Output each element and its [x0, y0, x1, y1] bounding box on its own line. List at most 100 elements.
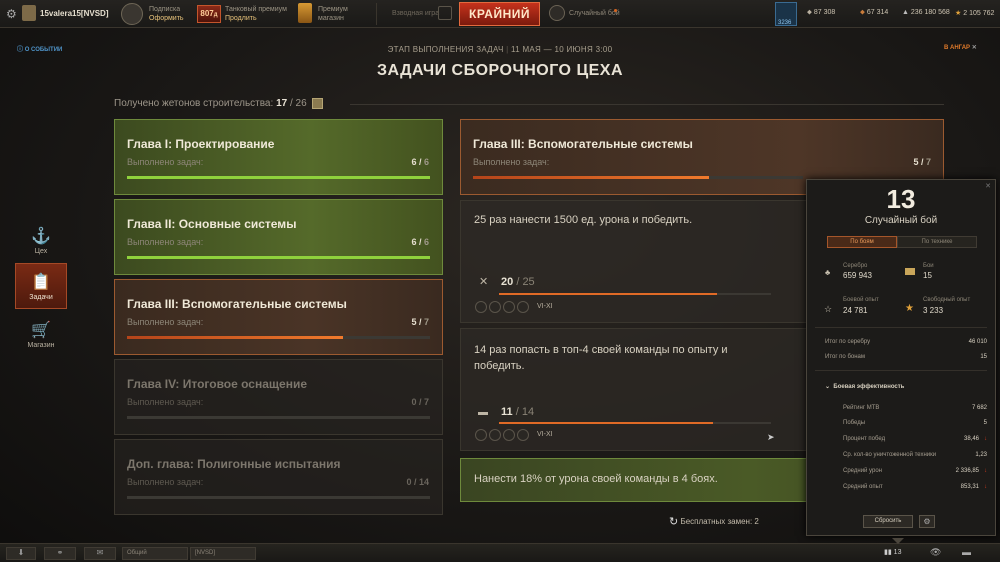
- quest-progress-bar: [499, 422, 771, 424]
- sidebar-shop-label: Магазин: [27, 342, 55, 349]
- total-bonds-row: Итог по бонам 15: [825, 354, 987, 360]
- subscription[interactable]: Подписка Оформить: [149, 5, 184, 23]
- tank-silhouette-icon: ▬: [478, 407, 488, 418]
- detail-progress-count: 5 / 7: [913, 157, 931, 167]
- battle-mode-icon[interactable]: [549, 5, 565, 21]
- sidebar-item-tasks[interactable]: 📋 Задачи: [15, 263, 67, 309]
- stats-row: Победы 5: [843, 420, 987, 426]
- mouse-cursor-icon: ➤: [767, 432, 775, 442]
- chapter-card-3[interactable]: Глава III: Вспомогательные системы Выпол…: [114, 279, 443, 355]
- tank-icon[interactable]: ▬: [962, 547, 971, 557]
- hangar-link[interactable]: В АНГАР ✕: [944, 44, 977, 51]
- chapter-progress-label: Выполнено задач:: [127, 477, 204, 487]
- xp-value: 24 781: [843, 306, 868, 315]
- chat-channel-general[interactable]: Общий: [122, 547, 188, 560]
- currency-1-value: 87 308: [813, 9, 836, 16]
- chapter-card-5[interactable]: Доп. глава: Полигонные испытания Выполне…: [114, 439, 443, 515]
- shopping-cart-icon: 🛒: [31, 322, 51, 339]
- chapter-title: Глава IV: Итоговое оснащение: [127, 377, 307, 391]
- chat-channel-clan[interactable]: [NVSD]: [190, 547, 256, 560]
- currency-2[interactable]: ⬥ 67 314: [860, 9, 888, 17]
- platoon-icon[interactable]: [438, 6, 452, 20]
- silver-value: 659 943: [843, 271, 872, 280]
- token-icon: [312, 98, 324, 109]
- session-stats-button[interactable]: ▮▮ 13: [884, 548, 901, 556]
- decrease-arrow-icon: ↓: [984, 436, 987, 442]
- crane-hook-icon: ⚓: [31, 228, 51, 245]
- currency-3[interactable]: ▲ 236 180 568: [902, 9, 950, 16]
- clan-currency-icon[interactable]: 3236: [775, 2, 797, 26]
- tank-premium-label: Танковый премиум: [225, 6, 287, 13]
- visibility-icon[interactable]: 👁: [930, 547, 941, 558]
- chapter-progress-bar: [127, 416, 430, 419]
- crossed-swords-icon: ✕: [479, 276, 489, 288]
- platoon-mode[interactable]: Взводная игра: [392, 10, 439, 17]
- chapter-progress-count: 6 / 6: [411, 237, 429, 247]
- stats-row: Средний опыт 853,31 ↓: [843, 484, 987, 490]
- medium-tank-icon: [489, 429, 501, 441]
- divider: [376, 3, 377, 25]
- subscription-icon[interactable]: [121, 3, 143, 25]
- tab-by-battles[interactable]: По боям: [827, 236, 897, 248]
- sidebar-item-workshop[interactable]: ⚓ Цех: [15, 226, 67, 255]
- free-swaps[interactable]: ↻ Бесплатных замен: 2: [669, 515, 759, 528]
- chapter-card-2[interactable]: Глава II: Основные системы Выполнено зад…: [114, 199, 443, 275]
- task-list-icon: 📋: [31, 274, 51, 291]
- refresh-icon: ↻: [669, 516, 679, 528]
- decrease-arrow-icon: ↓: [984, 468, 987, 474]
- heavy-tank-icon: [475, 301, 487, 313]
- bar-chart-icon: ▮▮: [884, 549, 892, 556]
- settings-gear-icon[interactable]: ⚙: [919, 515, 935, 528]
- premium-shop-label1: Премиум: [318, 6, 348, 13]
- battle-mode-label[interactable]: Случайный бой: [569, 10, 620, 17]
- chapter-card-1[interactable]: Глава I: Проектирование Выполнено задач:…: [114, 119, 443, 195]
- settings-gear-icon[interactable]: ⚙: [6, 7, 17, 21]
- free-xp-value: 3 233: [923, 306, 944, 315]
- xp-label: Боевой опыт: [843, 297, 879, 303]
- currency-1[interactable]: ⬥ 87 308: [807, 9, 835, 17]
- reset-button[interactable]: Сбросить: [863, 515, 913, 528]
- tab-by-vehicles[interactable]: По технике: [897, 236, 977, 248]
- currency-4-value: 2 105 762: [963, 10, 995, 17]
- light-tank-icon: [503, 429, 515, 441]
- stats-row: Ср. кол-во уничтоженной техники 1,23: [843, 452, 987, 458]
- efficiency-header[interactable]: ⌄ Боевая эффективность: [825, 383, 904, 390]
- total-silver-row: Итог по серебру 46 010: [825, 339, 987, 345]
- sidebar-workshop-label: Цех: [34, 248, 48, 255]
- chapter-progress-count: 0 / 7: [411, 397, 429, 407]
- tank-premium[interactable]: Танковый премиум Продлить: [225, 5, 287, 23]
- handshake-icon[interactable]: ⚭: [44, 547, 76, 560]
- currency-3-value: 236 180 568: [910, 9, 950, 16]
- free-swaps-label: Бесплатных замен: 2: [680, 517, 759, 526]
- stage-dates: 11 МАЯ — 10 ИЮНЯ 3:00: [511, 45, 613, 54]
- currency-4[interactable]: ★ 2 105 762: [955, 9, 994, 17]
- chapter-card-4[interactable]: Глава IV: Итоговое оснащение Выполнено з…: [114, 359, 443, 435]
- player-name[interactable]: 15valera15[NVSD]: [40, 9, 108, 18]
- chapter-progress-label: Выполнено задач:: [127, 397, 204, 407]
- battle-button[interactable]: КРАЙНИЙ: [459, 2, 540, 26]
- chapter-progress-count: 0 / 14: [406, 477, 429, 487]
- sidebar-item-shop[interactable]: 🛒 Магазин: [15, 320, 67, 349]
- chapter-progress-bar: [127, 176, 430, 179]
- session-battles-count: 13: [886, 184, 916, 214]
- download-icon[interactable]: ⬇: [6, 547, 36, 560]
- free-xp-label: Свободный опыт: [923, 297, 971, 303]
- premium-days-value: 807: [200, 9, 214, 18]
- chapter-progress-label: Выполнено задач:: [127, 317, 204, 327]
- medium-tank-icon: [489, 301, 501, 313]
- clan-currency-value: 3236: [778, 20, 792, 26]
- vehicle-type-icons: VI-XI: [475, 429, 553, 441]
- premium-days-badge[interactable]: 807д: [197, 5, 221, 23]
- divider: [815, 327, 987, 328]
- tier-range: VI-XI: [537, 431, 553, 438]
- session-counter: 13: [893, 549, 902, 556]
- chat-icon[interactable]: ✉: [84, 547, 116, 560]
- tokens-current: 17: [276, 98, 288, 110]
- popup-pointer: [892, 538, 904, 544]
- xp-star-icon: ☆: [824, 304, 833, 314]
- top-bar: ⚙ 15valera15[NVSD] Подписка Оформить 807…: [0, 0, 1000, 28]
- premium-shop-icon[interactable]: [298, 3, 312, 23]
- chapter-title: Глава II: Основные системы: [127, 217, 297, 231]
- premium-shop[interactable]: Премиум магазин: [318, 5, 348, 23]
- quest-text: 14 раз попасть в топ-4 своей команды по …: [474, 344, 728, 372]
